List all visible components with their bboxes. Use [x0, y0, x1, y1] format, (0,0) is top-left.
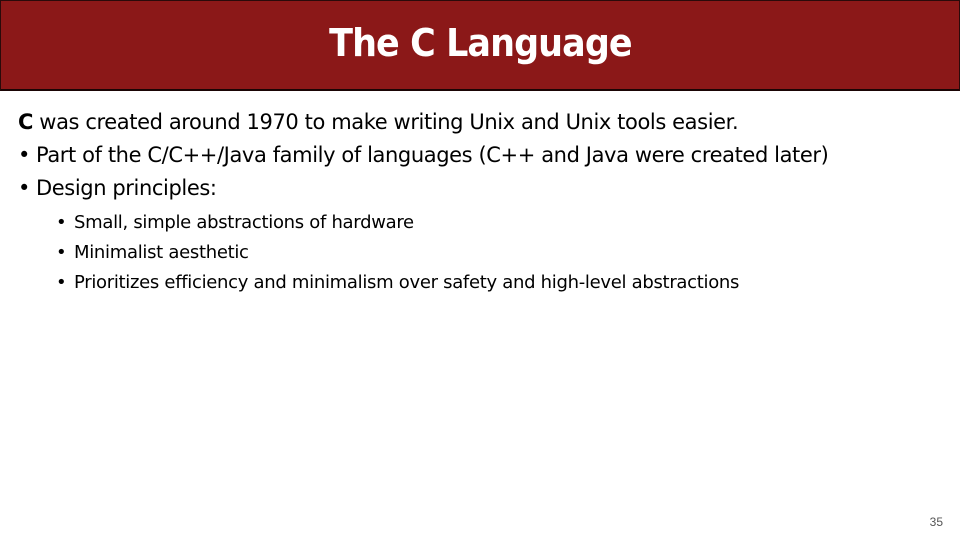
sub-bullet-item: • Small, simple abstractions of hardware — [56, 208, 940, 238]
sub-bullet-text: Small, simple abstractions of hardware — [74, 212, 414, 233]
intro-text: was created around 1970 to make writing … — [33, 110, 739, 134]
bullet-text: Part of the C/C++/Java family of languag… — [36, 143, 829, 167]
bullet-icon: • — [18, 143, 30, 167]
bullet-icon: • — [56, 242, 67, 263]
bullet-icon: • — [18, 176, 30, 200]
sub-bullet-list: • Small, simple abstractions of hardware … — [18, 208, 940, 298]
bullet-text: Design principles: — [36, 176, 217, 200]
page-number: 35 — [929, 515, 943, 529]
intro-line: C was created around 1970 to make writin… — [18, 106, 940, 139]
intro-bold-lead: C — [18, 110, 34, 134]
bullet-icon: • — [56, 212, 67, 233]
bullet-item: • Design principles: — [18, 172, 940, 205]
sub-bullet-item: • Minimalist aesthetic — [56, 238, 940, 268]
sub-bullet-text: Prioritizes efficiency and minimalism ov… — [74, 272, 740, 293]
slide-header: The C Language — [0, 0, 960, 91]
sub-bullet-text: Minimalist aesthetic — [74, 242, 249, 263]
sub-bullet-item: • Prioritizes efficiency and minimalism o… — [56, 268, 940, 298]
bullet-item: • Part of the C/C++/Java family of langua… — [18, 139, 940, 172]
slide-title: The C Language — [328, 21, 632, 65]
slide-body: C was created around 1970 to make writin… — [18, 106, 940, 298]
bullet-icon: • — [56, 272, 67, 293]
